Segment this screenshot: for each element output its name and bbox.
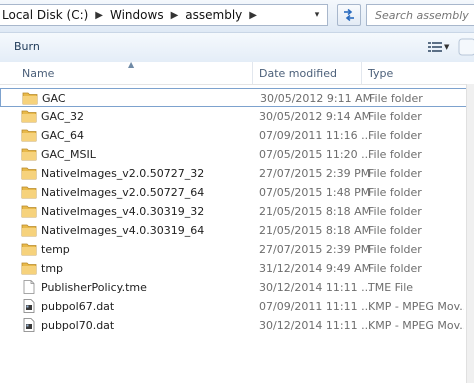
file-name: NativeImages_v2.0.50727_64 bbox=[41, 186, 205, 199]
file-date: 27/07/2015 2:39 PM bbox=[259, 167, 371, 180]
file-row[interactable]: NativeImages_v4.0.30319_32 21/05/2015 8:… bbox=[0, 202, 474, 221]
media-file-icon bbox=[23, 318, 35, 332]
search-input[interactable] bbox=[367, 7, 474, 23]
file-date: 27/07/2015 2:39 PM bbox=[259, 243, 371, 256]
search-box[interactable] bbox=[366, 4, 474, 26]
folder-icon bbox=[21, 262, 37, 275]
address-bar[interactable]: Local Disk (C:) ▶ Windows ▶ assembly ▶ ▾ bbox=[0, 4, 328, 26]
change-view-button[interactable]: ▼ bbox=[428, 41, 449, 53]
breadcrumb-label: assembly bbox=[185, 8, 243, 22]
file-name: GAC_MSIL bbox=[41, 148, 96, 161]
file-name: PublisherPolicy.tme bbox=[41, 281, 147, 294]
command-bar: Burn ▼ bbox=[0, 33, 474, 63]
column-divider[interactable] bbox=[361, 62, 362, 84]
refresh-button[interactable] bbox=[337, 4, 361, 26]
file-date: 21/05/2015 8:18 AM bbox=[259, 205, 372, 218]
file-date: 30/12/2014 11:11 ... bbox=[259, 281, 372, 294]
file-name: temp bbox=[41, 243, 70, 256]
file-row[interactable]: NativeImages_v2.0.50727_32 27/07/2015 2:… bbox=[0, 164, 474, 183]
file-date: 07/05/2015 11:20 ... bbox=[259, 148, 372, 161]
file-type: File folder bbox=[368, 110, 422, 123]
file-row[interactable]: tmp 31/12/2014 9:49 AM File folder bbox=[0, 259, 474, 278]
chevron-down-icon[interactable]: ▾ bbox=[309, 7, 325, 23]
file-row[interactable]: NativeImages_v2.0.50727_64 07/05/2015 1:… bbox=[0, 183, 474, 202]
chevron-right-icon[interactable]: ▶ bbox=[245, 10, 261, 21]
file-type: TME File bbox=[368, 281, 414, 294]
file-name: NativeImages_v4.0.30319_32 bbox=[41, 205, 205, 218]
folder-icon bbox=[21, 205, 37, 218]
file-name: pubpol67.dat bbox=[41, 300, 115, 313]
file-type: File folder bbox=[368, 148, 422, 161]
file-date: 30/12/2014 11:11 ... bbox=[259, 319, 372, 332]
file-type: File folder bbox=[368, 224, 422, 237]
file-type: File folder bbox=[369, 92, 423, 105]
file-type: File folder bbox=[368, 129, 422, 142]
file-list: GAC 30/05/2012 9:11 AM File folder GAC_3… bbox=[0, 88, 474, 335]
file-name: GAC bbox=[42, 92, 66, 105]
file-type: KMP - MPEG Mov... bbox=[368, 319, 464, 332]
file-row[interactable]: GAC_64 07/09/2011 11:16 ... File folder bbox=[0, 126, 474, 145]
help-icon[interactable] bbox=[458, 38, 474, 56]
file-row[interactable]: NativeImages_v4.0.30319_64 21/05/2015 8:… bbox=[0, 221, 474, 240]
file-row[interactable]: pubpol70.dat 30/12/2014 11:11 ... KMP - … bbox=[0, 316, 474, 335]
file-name: pubpol70.dat bbox=[41, 319, 115, 332]
folder-icon bbox=[21, 110, 37, 123]
folder-icon bbox=[21, 243, 37, 256]
file-type: File folder bbox=[368, 262, 422, 275]
media-file-icon bbox=[23, 299, 35, 313]
file-date: 31/12/2014 9:49 AM bbox=[259, 262, 372, 275]
breadcrumb-label: Local Disk (C:) bbox=[2, 8, 89, 22]
column-header-name[interactable]: Name bbox=[22, 62, 250, 84]
column-header-row: Name ▲ Date modified Type bbox=[0, 60, 474, 85]
refresh-icon bbox=[344, 8, 354, 22]
chevron-down-icon: ▼ bbox=[444, 43, 450, 51]
breadcrumb-local-disk[interactable]: Local Disk (C:) ▶ bbox=[0, 8, 107, 22]
file-date: 21/05/2015 8:18 AM bbox=[259, 224, 372, 237]
folder-icon bbox=[21, 167, 37, 180]
file-row[interactable]: GAC_32 30/05/2012 9:14 AM File folder bbox=[0, 107, 474, 126]
chevron-right-icon[interactable]: ▶ bbox=[91, 10, 107, 21]
breadcrumb-assembly[interactable]: assembly ▶ bbox=[182, 8, 261, 22]
column-header-date-modified[interactable]: Date modified bbox=[259, 62, 359, 84]
file-name: GAC_64 bbox=[41, 129, 85, 142]
file-name: NativeImages_v4.0.30319_64 bbox=[41, 224, 205, 237]
folder-icon bbox=[21, 224, 37, 237]
folder-icon bbox=[22, 92, 38, 105]
breadcrumb-label: Windows bbox=[110, 8, 164, 22]
file-type: File folder bbox=[368, 186, 422, 199]
chevron-right-icon[interactable]: ▶ bbox=[167, 10, 183, 21]
column-label: Type bbox=[368, 66, 394, 80]
column-divider[interactable] bbox=[252, 62, 253, 84]
file-date: 07/09/2011 11:16 ... bbox=[259, 129, 372, 142]
file-date: 07/09/2011 11:11 ... bbox=[259, 300, 372, 313]
file-type: File folder bbox=[368, 243, 422, 256]
burn-button[interactable]: Burn bbox=[14, 40, 40, 53]
column-label: Name bbox=[22, 66, 55, 80]
file-name: NativeImages_v2.0.50727_32 bbox=[41, 167, 205, 180]
file-date: 30/05/2012 9:14 AM bbox=[259, 110, 372, 123]
file-type: File folder bbox=[368, 167, 422, 180]
navigation-bar: Local Disk (C:) ▶ Windows ▶ assembly ▶ ▾ bbox=[0, 0, 474, 33]
details-view-icon bbox=[428, 42, 442, 52]
column-header-type[interactable]: Type bbox=[368, 62, 464, 84]
file-date: 07/05/2015 1:48 PM bbox=[259, 186, 371, 199]
file-row[interactable]: GAC_MSIL 07/05/2015 11:20 ... File folde… bbox=[0, 145, 474, 164]
file-row[interactable]: PublisherPolicy.tme 30/12/2014 11:11 ...… bbox=[0, 278, 474, 297]
vertical-scrollbar[interactable] bbox=[466, 84, 474, 383]
document-icon bbox=[23, 280, 35, 294]
file-row[interactable]: GAC 30/05/2012 9:11 AM File folder bbox=[0, 88, 474, 107]
file-name: tmp bbox=[41, 262, 64, 275]
sort-ascending-icon: ▲ bbox=[128, 60, 135, 69]
file-date: 30/05/2012 9:11 AM bbox=[260, 92, 373, 105]
folder-icon bbox=[21, 186, 37, 199]
column-label: Date modified bbox=[259, 66, 337, 80]
file-row[interactable]: temp 27/07/2015 2:39 PM File folder bbox=[0, 240, 474, 259]
breadcrumb-windows[interactable]: Windows ▶ bbox=[107, 8, 182, 22]
folder-icon bbox=[21, 148, 37, 161]
file-name: GAC_32 bbox=[41, 110, 85, 123]
folder-icon bbox=[21, 129, 37, 142]
file-type: KMP - MPEG Mov... bbox=[368, 300, 464, 313]
file-row[interactable]: pubpol67.dat 07/09/2011 11:11 ... KMP - … bbox=[0, 297, 474, 316]
file-type: File folder bbox=[368, 205, 422, 218]
